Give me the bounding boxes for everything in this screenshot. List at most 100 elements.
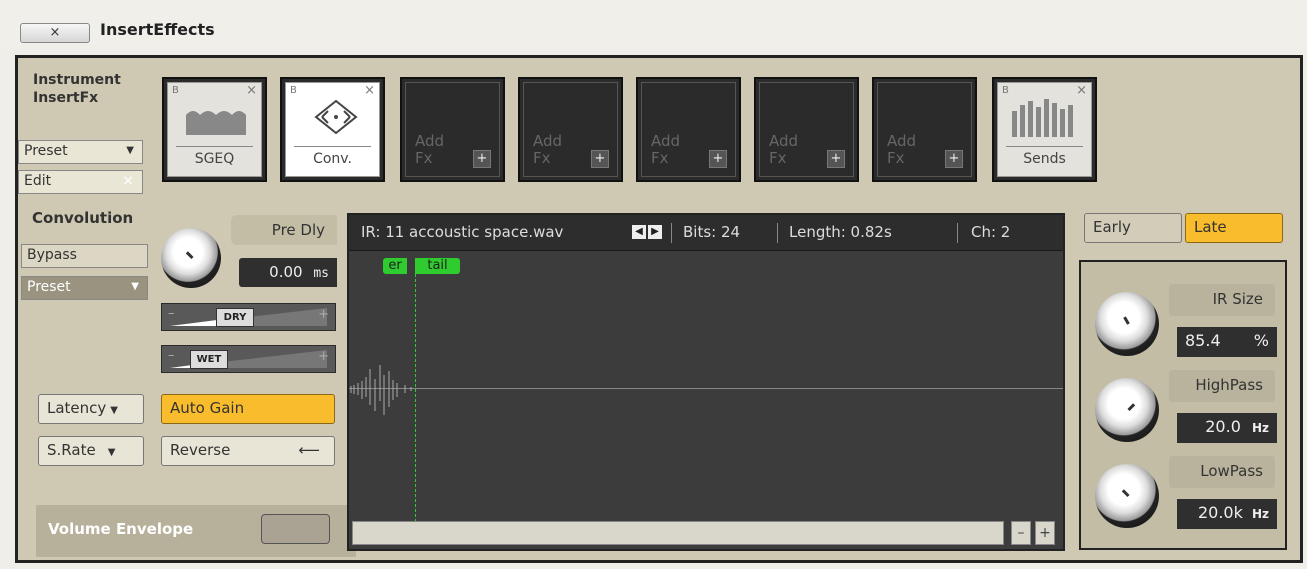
- late-button[interactable]: Late: [1185, 213, 1283, 243]
- predly-value[interactable]: 0.00 ms: [239, 258, 337, 287]
- instrument-label-line1: Instrument: [33, 72, 121, 88]
- tail-marker[interactable]: tail: [415, 258, 460, 274]
- reverse-button[interactable]: Reverse ⟵: [161, 436, 335, 466]
- slider-plus: +: [318, 349, 329, 364]
- volume-envelope-toggle[interactable]: [261, 514, 330, 544]
- add-fx-plus-button[interactable]: +: [591, 150, 609, 168]
- zoom-out-button[interactable]: –: [1011, 521, 1031, 545]
- highpass-knob[interactable]: [1095, 378, 1159, 442]
- eq-icon: [186, 111, 246, 135]
- close-icon[interactable]: ×: [246, 83, 257, 98]
- bypass-flag: B: [290, 85, 297, 96]
- dry-slider[interactable]: – + DRY: [161, 303, 336, 331]
- irsize-unit: %: [1253, 331, 1269, 350]
- slot-empty-5[interactable]: Add Fx +: [872, 77, 977, 182]
- knob-indicator: [185, 251, 194, 260]
- slot-sgeq[interactable]: B × SGEQ: [162, 77, 267, 182]
- slot-inner: Add Fx +: [405, 82, 500, 177]
- latency-dropdown[interactable]: Latency ▼: [38, 394, 144, 424]
- srate-dropdown[interactable]: S.Rate ▼: [38, 436, 144, 466]
- volume-envelope-section: Volume Envelope: [36, 505, 356, 557]
- zoom-in-button[interactable]: +: [1035, 521, 1055, 545]
- er-marker[interactable]: er: [383, 258, 407, 274]
- irsize-knob[interactable]: [1095, 292, 1159, 356]
- add-label: Add: [769, 132, 799, 150]
- add-label: Add: [533, 132, 563, 150]
- irsize-number: 85.4: [1185, 331, 1221, 350]
- ir-header: IR: 11 accoustic space.wav ◀ ▶ Bits: 24 …: [349, 215, 1063, 251]
- wet-handle[interactable]: WET: [190, 350, 228, 369]
- ir-scrollbar[interactable]: [352, 521, 1004, 545]
- next-ir-button[interactable]: ▶: [648, 225, 662, 239]
- bypass-button[interactable]: Bypass: [21, 244, 148, 268]
- add-fx-label: Add Fx: [769, 133, 798, 167]
- knob-indicator: [1127, 403, 1136, 412]
- slot-inner: B × Sends: [997, 82, 1092, 177]
- instrument-insertfx-label: Instrument InsertFx: [33, 71, 121, 107]
- prev-ir-button[interactable]: ◀: [632, 225, 646, 239]
- add-fx-plus-button[interactable]: +: [709, 150, 727, 168]
- dry-handle[interactable]: DRY: [216, 308, 254, 327]
- slot-sends[interactable]: B × Sends: [992, 77, 1097, 182]
- slot-inner: B × Conv.: [285, 82, 380, 177]
- slider-minus: –: [168, 348, 175, 363]
- slot-inner: B × SGEQ: [167, 82, 262, 177]
- divider: [957, 223, 958, 243]
- highpass-value[interactable]: 20.0 Hz: [1177, 413, 1277, 443]
- add-label: Add: [887, 132, 917, 150]
- lowpass-label: LowPass: [1169, 456, 1275, 488]
- conv-preset-dropdown[interactable]: Preset ▼: [21, 276, 148, 300]
- bypass-flag: B: [1002, 85, 1009, 96]
- slider-minus: –: [168, 306, 175, 321]
- reverse-label: Reverse: [170, 441, 231, 459]
- add-fx-plus-button[interactable]: +: [945, 150, 963, 168]
- instrument-edit-button[interactable]: Edit ×: [18, 170, 143, 194]
- instrument-preset-dropdown[interactable]: Preset ▼: [18, 140, 143, 164]
- close-icon[interactable]: ×: [1076, 83, 1087, 98]
- chevron-down-icon: ▼: [107, 447, 116, 458]
- slot-empty-3[interactable]: Add Fx +: [636, 77, 741, 182]
- bypass-flag: B: [172, 85, 179, 96]
- edit-label: Edit: [24, 173, 52, 189]
- slot-conv[interactable]: B × Conv.: [280, 77, 385, 182]
- divider: [671, 223, 672, 243]
- convolution-icon: [314, 99, 358, 135]
- slot-empty-1[interactable]: Add Fx +: [400, 77, 505, 182]
- arrow-left-icon: ⟵: [298, 441, 320, 459]
- knob-indicator: [1123, 316, 1130, 325]
- srate-label: S.Rate: [47, 441, 96, 459]
- waveform: [350, 365, 412, 415]
- chevron-down-icon: ▼: [126, 145, 134, 156]
- predly-unit: ms: [313, 266, 329, 281]
- ir-channels: Ch: 2: [971, 223, 1011, 241]
- lowpass-value[interactable]: 20.0k Hz: [1177, 499, 1277, 529]
- slot-inner: Add Fx +: [759, 82, 854, 177]
- slot-label: Sends: [1006, 146, 1083, 171]
- add-fx-plus-button[interactable]: +: [473, 150, 491, 168]
- close-icon[interactable]: ×: [364, 83, 375, 98]
- slot-empty-2[interactable]: Add Fx +: [518, 77, 623, 182]
- fx-label: Fx: [769, 149, 787, 167]
- lowpass-knob[interactable]: [1095, 464, 1159, 528]
- close-button[interactable]: ×: [20, 23, 90, 43]
- predly-knob[interactable]: [161, 228, 221, 288]
- bypass-label: Bypass: [27, 247, 77, 263]
- irsize-value[interactable]: 85.4 %: [1177, 327, 1277, 357]
- convolution-title: Convolution: [32, 209, 134, 227]
- chevron-down-icon: ▼: [110, 405, 118, 416]
- ir-display[interactable]: IR: 11 accoustic space.wav ◀ ▶ Bits: 24 …: [347, 213, 1065, 551]
- early-button[interactable]: Early: [1084, 213, 1182, 243]
- window-title: InsertEffects: [100, 20, 215, 39]
- slot-label: SGEQ: [176, 146, 253, 171]
- late-controls-box: IR Size 85.4 % HighPass 20.0 Hz LowPass …: [1079, 260, 1287, 550]
- add-fx-label: Add Fx: [651, 133, 680, 167]
- wet-slider[interactable]: – + WET: [161, 345, 336, 373]
- divider: [777, 223, 778, 243]
- close-icon: ×: [122, 173, 134, 189]
- slot-empty-4[interactable]: Add Fx +: [754, 77, 859, 182]
- lowpass-number: 20.0k: [1197, 503, 1243, 522]
- irsize-label: IR Size: [1169, 284, 1275, 316]
- ir-length: Length: 0.82s: [789, 223, 892, 241]
- auto-gain-button[interactable]: Auto Gain: [161, 394, 335, 424]
- add-fx-plus-button[interactable]: +: [827, 150, 845, 168]
